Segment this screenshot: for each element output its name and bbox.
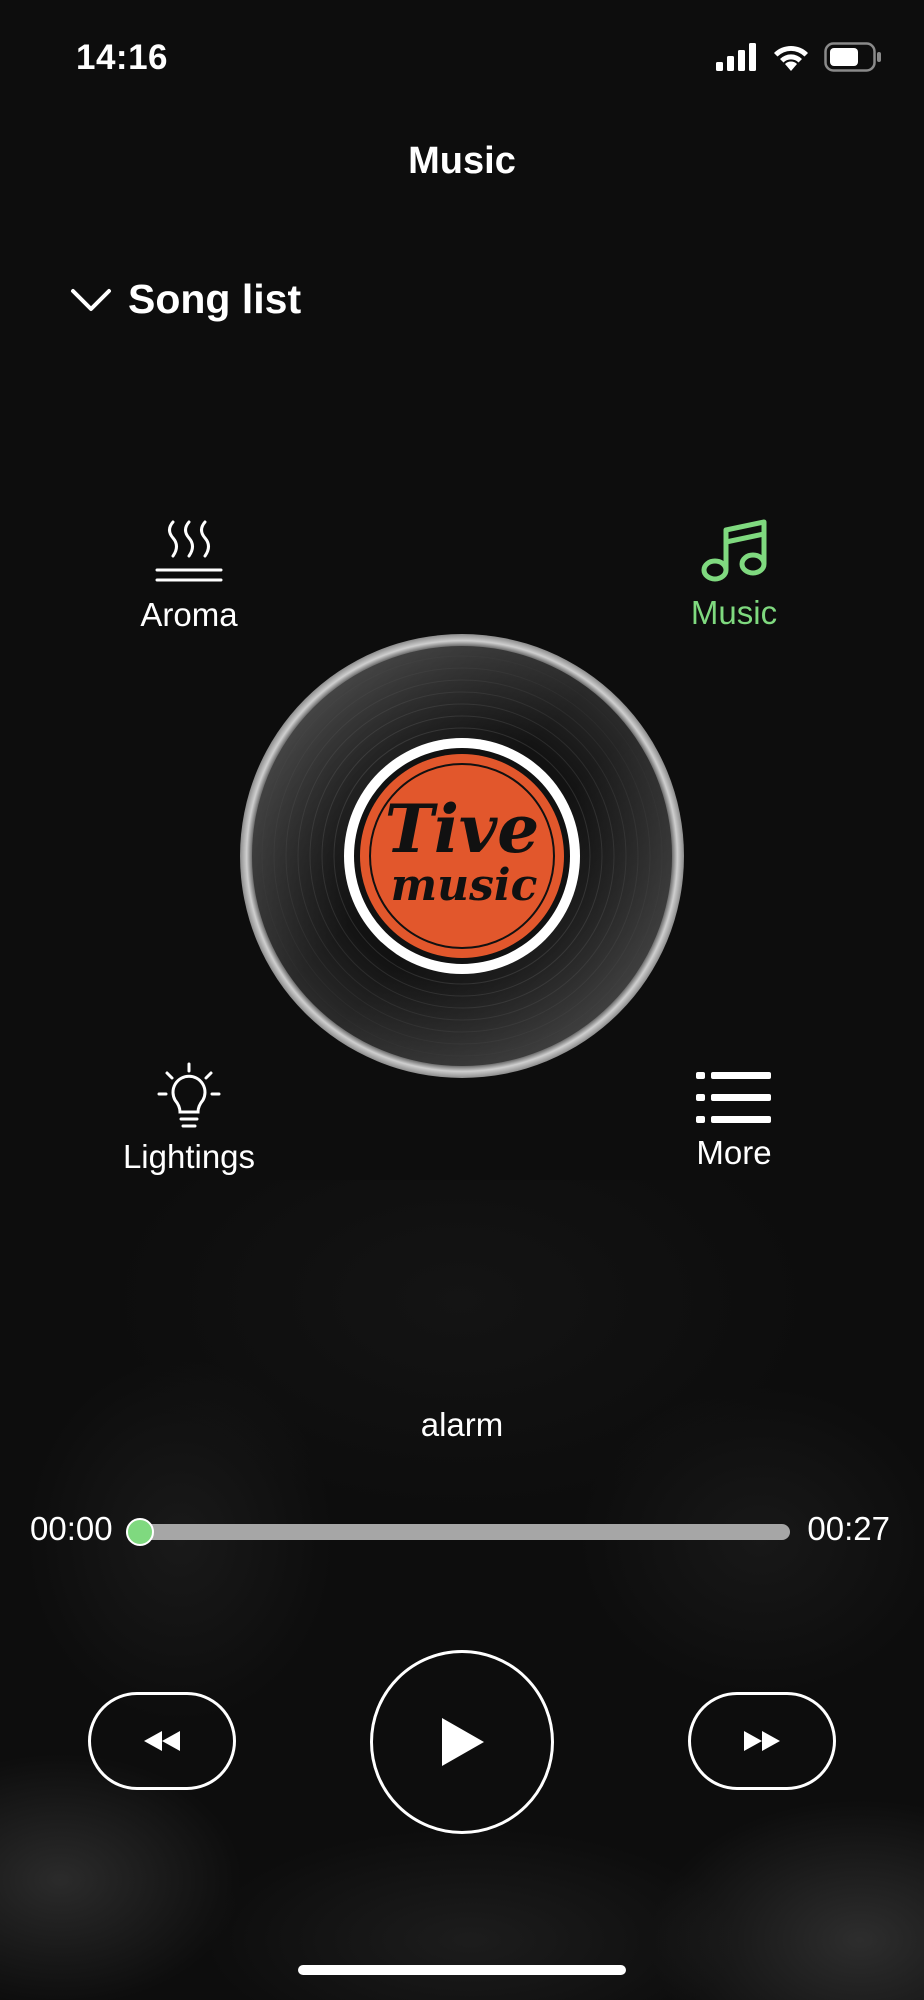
signal-icon — [716, 43, 756, 71]
steam-icon — [155, 520, 223, 582]
record-label-line2: music — [391, 860, 538, 911]
fast-forward-button[interactable] — [688, 1692, 836, 1790]
mode-lightings-button[interactable]: Lightings — [99, 1062, 279, 1176]
mode-music-button[interactable]: Music — [664, 518, 804, 632]
progress-thumb[interactable] — [126, 1518, 154, 1546]
record-label-line1: Tive — [385, 790, 540, 868]
progress-track[interactable] — [140, 1524, 790, 1540]
lightbulb-icon — [157, 1062, 221, 1128]
mode-aroma-button[interactable]: Aroma — [119, 518, 259, 634]
fast-forward-icon — [744, 1731, 780, 1751]
rewind-button[interactable] — [88, 1692, 236, 1790]
track-name: alarm — [420, 1406, 504, 1443]
status-time: 14:16 — [76, 38, 169, 77]
status-icons — [716, 42, 882, 72]
wifi-icon — [774, 45, 808, 71]
play-button[interactable] — [370, 1650, 554, 1834]
mode-more-button[interactable]: More — [664, 1068, 804, 1172]
music-note-icon — [701, 519, 767, 582]
home-indicator — [298, 1965, 626, 1975]
current-time: 00:00 — [30, 1510, 113, 1547]
smoke-background — [0, 1180, 924, 2000]
rewind-icon — [144, 1731, 180, 1751]
mode-more-label: More — [696, 1134, 772, 1171]
mode-lightings-label: Lightings — [122, 1138, 256, 1175]
song-list-label: Song list — [128, 276, 302, 322]
chevron-down-icon — [71, 288, 111, 311]
battery-icon — [824, 42, 881, 72]
vinyl-record: Tive music — [240, 634, 684, 1078]
page-title: Music — [408, 140, 516, 182]
list-icon — [696, 1072, 771, 1123]
mode-music-label: Music — [690, 594, 778, 631]
total-time: 00:27 — [807, 1510, 890, 1547]
mode-aroma-label: Aroma — [140, 596, 238, 633]
song-list-toggle[interactable]: Song list — [70, 276, 301, 323]
play-icon — [442, 1718, 484, 1766]
